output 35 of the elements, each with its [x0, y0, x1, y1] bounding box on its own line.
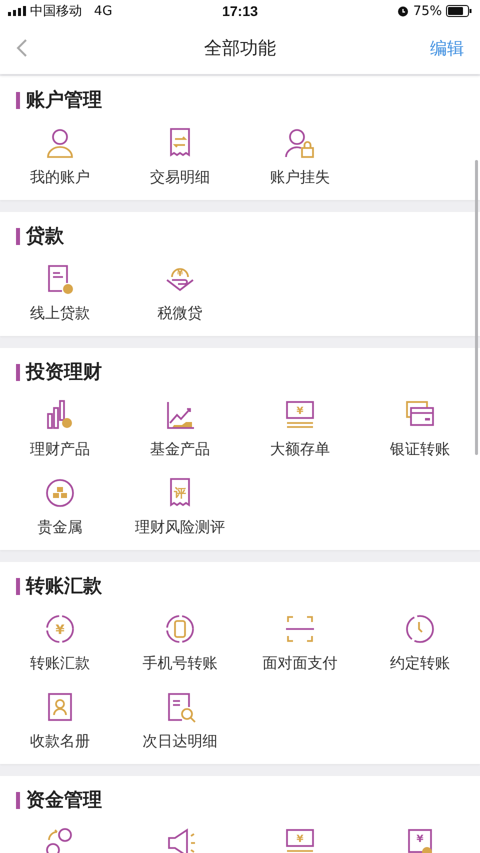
section-title: 账户管理 [26, 88, 102, 113]
section-title: 投资理财 [26, 360, 102, 385]
function-button[interactable]: ¥ 大额存单 [270, 398, 330, 462]
person-lock-icon [283, 126, 317, 160]
yen-circle-icon: ¥ [43, 612, 77, 646]
section-title: 贷款 [26, 224, 64, 249]
function-button[interactable]: 我的账户 [30, 126, 90, 190]
network-type: 4G [94, 4, 112, 18]
section-title: 转账汇款 [26, 574, 102, 599]
clock-icon [403, 612, 437, 646]
signal-icon [8, 6, 26, 16]
function-button[interactable]: 评 理财风险测评 [135, 476, 225, 540]
function-button[interactable]: 收款名册 [30, 690, 90, 754]
section-title: 资金管理 [26, 788, 102, 813]
function-button[interactable]: 理财产品 [30, 398, 90, 462]
back-icon [16, 38, 28, 58]
function-button[interactable]: 基金产品 [150, 398, 210, 462]
function-button[interactable]: 账户挂失 [270, 126, 330, 190]
function-button[interactable]: 银证转账 [390, 398, 450, 462]
alarm-icon [397, 5, 410, 17]
function-button[interactable]: 约定转账 [390, 612, 450, 676]
page-title: 全部功能 [203, 37, 277, 60]
clock-time: 17:13 [222, 3, 258, 19]
function-button[interactable]: 贵金属 [38, 476, 82, 540]
phone-circle-icon [163, 612, 197, 646]
function-button[interactable]: 面对面支付 [262, 612, 338, 676]
ingot-circle-icon [43, 476, 77, 510]
function-button[interactable]: 次日达明细 [142, 690, 218, 754]
function-button[interactable]: 线上贷款 [30, 262, 90, 326]
function-button[interactable]: ¥ 转账汇款 [30, 612, 90, 676]
battery-icon [446, 5, 472, 17]
function-button[interactable]: 手机号转账 [142, 612, 218, 676]
function-button[interactable]: 交易明细 [150, 126, 210, 190]
carrier-name: 中国移动 [30, 3, 82, 20]
battery-percent: 75% [413, 4, 442, 18]
